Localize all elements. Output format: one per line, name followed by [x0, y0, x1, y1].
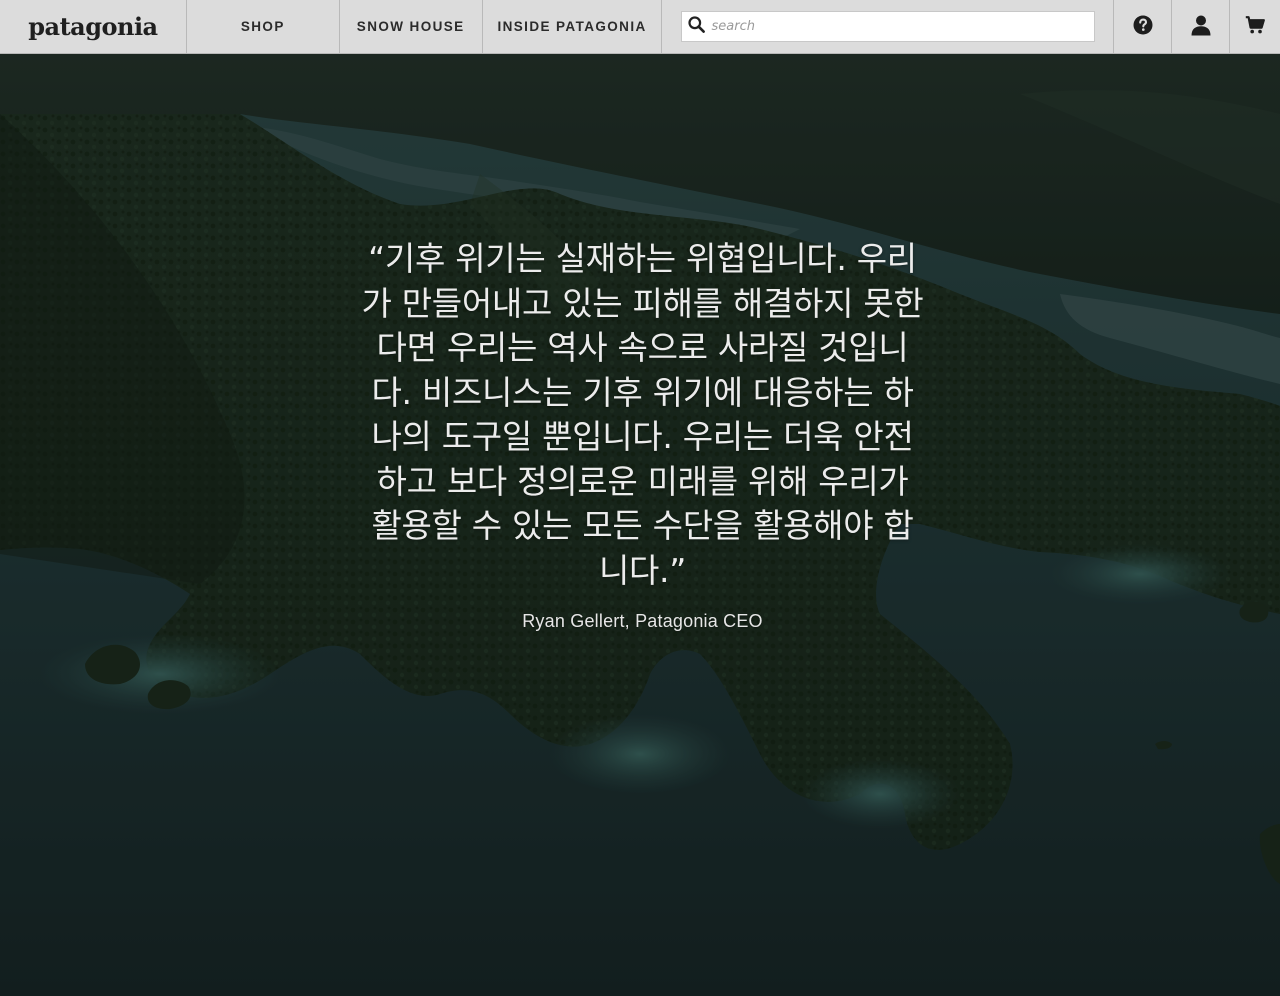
cart-button[interactable]: [1230, 0, 1280, 53]
site-header: patagonia SHOP SNOW HOUSE INSIDE PATAGON…: [0, 0, 1280, 54]
account-icon: [1190, 14, 1212, 40]
hero-section: “기후 위기는 실재하는 위협입니다. 우리가 만들어내고 있는 피해를 해결하…: [0, 54, 1280, 996]
account-button[interactable]: [1172, 0, 1231, 53]
quote-attribution: Ryan Gellert, Patagonia CEO: [522, 611, 763, 631]
hero-quote: “기후 위기는 실재하는 위협입니다. 우리가 만들어내고 있는 피해를 해결하…: [361, 239, 924, 590]
nav-inside-patagonia[interactable]: INSIDE PATAGONIA: [483, 0, 663, 53]
page: patagonia SHOP SNOW HOUSE INSIDE PATAGON…: [0, 0, 1280, 996]
cart-icon: [1245, 15, 1265, 39]
nav-snow-house[interactable]: SNOW HOUSE: [340, 0, 483, 53]
patagonia-logo[interactable]: patagonia: [0, 0, 187, 53]
search-area: [662, 0, 1115, 53]
help-icon: [1133, 15, 1153, 39]
search-box[interactable]: [681, 11, 1096, 42]
nav-shop[interactable]: SHOP: [187, 0, 340, 53]
help-button[interactable]: [1114, 0, 1173, 53]
search-input[interactable]: [711, 19, 1082, 34]
search-icon[interactable]: [688, 16, 706, 37]
